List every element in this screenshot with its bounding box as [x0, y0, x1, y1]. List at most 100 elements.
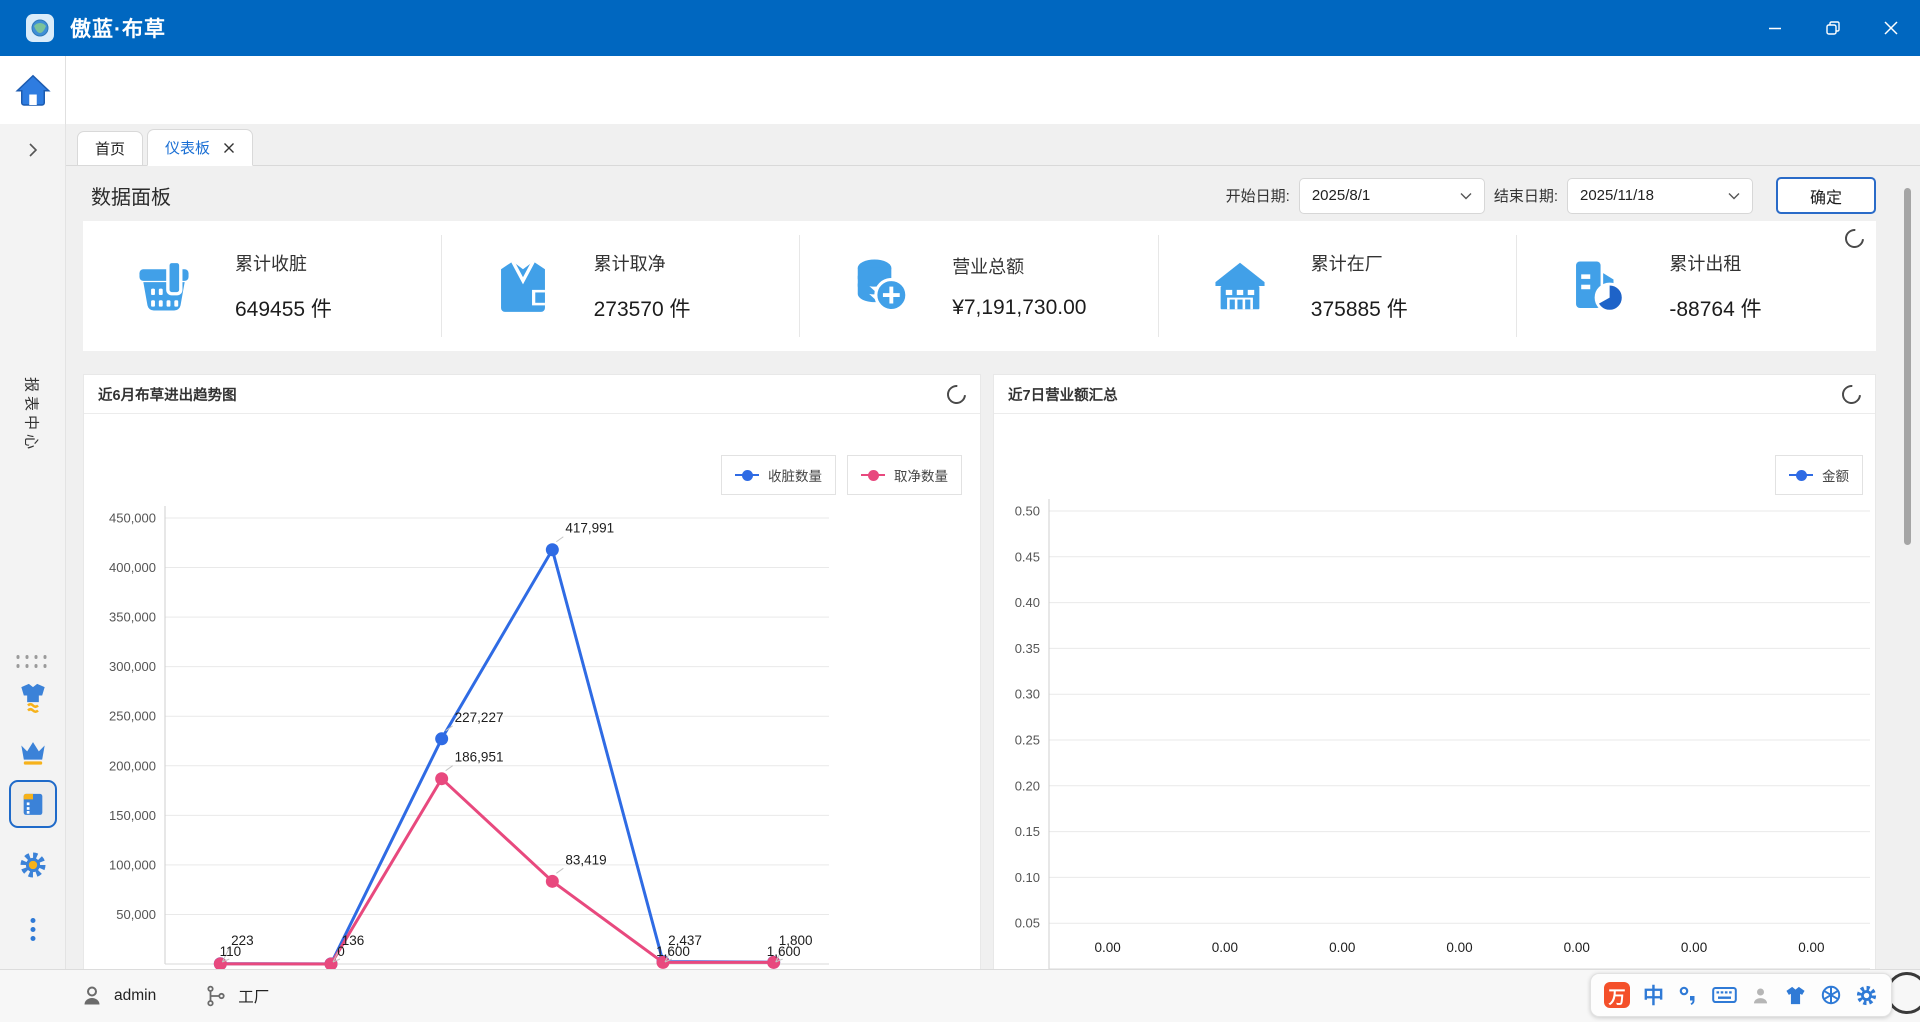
- svg-text:0.00: 0.00: [1212, 940, 1238, 955]
- chevron-right-icon: [25, 142, 41, 158]
- stat-label: 累计在厂: [1311, 250, 1408, 276]
- svg-text:150,000: 150,000: [109, 808, 156, 823]
- stat-label: 累计出租: [1669, 250, 1761, 276]
- trend-chart-refresh-icon[interactable]: [943, 381, 970, 408]
- sidebar-item-apps[interactable]: [16, 655, 49, 670]
- svg-text:83,419: 83,419: [565, 852, 606, 867]
- user-name: admin: [114, 987, 156, 1005]
- laundry-basket-icon: [133, 255, 195, 317]
- svg-text:300,000: 300,000: [109, 659, 156, 674]
- sidebar-item-more[interactable]: [30, 914, 35, 945]
- stat-card-clean: 累计取净 273570 件: [442, 221, 801, 351]
- legend-item[interactable]: 金额: [1775, 455, 1863, 495]
- ime-settings-icon[interactable]: [1855, 984, 1878, 1007]
- minimize-icon: [1768, 21, 1782, 35]
- legend-label: 收脏数量: [768, 465, 822, 485]
- tab-home[interactable]: 首页: [77, 131, 143, 166]
- svg-text:1,600: 1,600: [767, 944, 801, 959]
- end-date-value: 2025/11/18: [1580, 187, 1654, 204]
- trend-chart-panel: 近6月布草进出趋势图 50,000100,000150,000200,00025…: [83, 374, 981, 970]
- page-title: 数据面板: [91, 181, 171, 210]
- crown-icon: [18, 738, 48, 768]
- revenue-chart-title: 近7日营业额汇总: [1008, 384, 1118, 405]
- svg-text:1,600: 1,600: [656, 944, 690, 959]
- svg-text:0.15: 0.15: [1015, 824, 1040, 839]
- tab-dashboard[interactable]: 仪表板: [147, 129, 253, 166]
- content-area: 首页 仪表板 数据面板 开始日期: 2025/8/1 结束日期: 2025/11…: [66, 124, 1920, 970]
- stat-label: 营业总额: [952, 253, 1086, 279]
- legend-item[interactable]: 取净数量: [847, 455, 962, 495]
- start-date-dropdown[interactable]: 2025/8/1: [1299, 178, 1485, 214]
- svg-text:0.45: 0.45: [1015, 549, 1040, 564]
- revenue-chart-refresh-icon[interactable]: [1838, 381, 1865, 408]
- svg-text:0.00: 0.00: [1329, 940, 1355, 955]
- stat-card-rented: 累计出租 -88764 件: [1517, 221, 1876, 351]
- restore-button[interactable]: [1804, 0, 1862, 56]
- svg-text:100,000: 100,000: [109, 857, 156, 872]
- end-date-dropdown[interactable]: 2025/11/18: [1567, 178, 1753, 214]
- sidebar-section-label: 报表中心: [22, 377, 43, 453]
- svg-text:0.30: 0.30: [1015, 687, 1040, 702]
- svg-text:0.50: 0.50: [1015, 504, 1040, 519]
- revenue-chart-panel: 近7日营业额汇总 0.050.100.150.200.250.300.350.4…: [993, 374, 1876, 970]
- sidebar-item-reports[interactable]: [9, 780, 57, 828]
- gear-icon: [18, 850, 48, 880]
- ime-logo-icon[interactable]: 万: [1604, 982, 1630, 1008]
- laundry-flow-icon: [18, 682, 48, 714]
- app-logo-icon: [26, 14, 54, 42]
- sidebar: 报表中心: [0, 124, 66, 970]
- ime-skin-icon[interactable]: [1784, 985, 1807, 1006]
- confirm-button[interactable]: 确定: [1776, 177, 1876, 214]
- ime-keyboard-icon[interactable]: [1712, 984, 1737, 1006]
- svg-text:200,000: 200,000: [109, 758, 156, 773]
- close-icon: [1884, 21, 1898, 35]
- svg-text:0.00: 0.00: [1681, 940, 1707, 955]
- legend-label: 金额: [1822, 465, 1849, 485]
- end-date-label: 结束日期:: [1494, 185, 1558, 206]
- sidebar-expand-button[interactable]: [25, 142, 41, 163]
- current-factory: 工厂: [204, 984, 269, 1008]
- legend-label: 取净数量: [894, 465, 948, 485]
- sidebar-item-membership[interactable]: [18, 738, 48, 773]
- factory-name: 工厂: [238, 985, 269, 1007]
- stat-label: 累计收脏: [235, 250, 332, 276]
- svg-text:186,951: 186,951: [455, 750, 504, 765]
- tab-bar: 首页 仪表板: [66, 124, 1920, 166]
- legend-marker-icon: [735, 469, 759, 481]
- tab-close-icon[interactable]: [223, 142, 235, 154]
- svg-text:227,227: 227,227: [455, 710, 504, 725]
- current-user: admin: [80, 984, 156, 1008]
- svg-text:0.10: 0.10: [1015, 870, 1040, 885]
- tab-home-label: 首页: [95, 138, 125, 159]
- svg-text:0.40: 0.40: [1015, 595, 1040, 610]
- svg-text:110: 110: [220, 944, 242, 959]
- ime-toolbar: 万 中: [1590, 973, 1892, 1017]
- ime-assistant-icon[interactable]: [1820, 984, 1842, 1006]
- clipboard-icon: [19, 790, 47, 818]
- coins-plus-icon: [850, 255, 912, 317]
- svg-text:450,000: 450,000: [109, 511, 156, 526]
- svg-text:136: 136: [342, 933, 365, 948]
- minimize-button[interactable]: [1746, 0, 1804, 56]
- charts-row: 近6月布草进出趋势图 50,000100,000150,000200,00025…: [83, 374, 1876, 970]
- stat-value: -88764 件: [1669, 293, 1761, 323]
- ime-punctuation-icon[interactable]: [1677, 984, 1699, 1006]
- sidebar-item-settings[interactable]: [18, 850, 48, 885]
- revenue-chart-svg: 0.050.100.150.200.250.300.350.400.450.50…: [994, 375, 1876, 970]
- home-button[interactable]: [0, 56, 66, 124]
- svg-text:0.05: 0.05: [1015, 916, 1040, 931]
- legend-item[interactable]: 收脏数量: [721, 455, 836, 495]
- vertical-scrollbar[interactable]: [1904, 188, 1911, 545]
- stat-card-dirty: 累计收脏 649455 件: [83, 221, 442, 351]
- stat-value: 375885 件: [1311, 293, 1408, 323]
- status-bar: admin 工厂 万 中: [0, 969, 1920, 1022]
- user-icon: [80, 984, 104, 1008]
- stat-value: ¥7,191,730.00: [952, 296, 1086, 320]
- svg-text:0.00: 0.00: [1095, 940, 1121, 955]
- ime-language-icon[interactable]: 中: [1643, 980, 1664, 1010]
- sidebar-item-laundry[interactable]: [18, 682, 48, 719]
- stat-label: 累计取净: [594, 250, 691, 276]
- close-button[interactable]: [1862, 0, 1920, 56]
- ime-user-icon[interactable]: [1750, 985, 1771, 1006]
- legend-marker-icon: [861, 469, 885, 481]
